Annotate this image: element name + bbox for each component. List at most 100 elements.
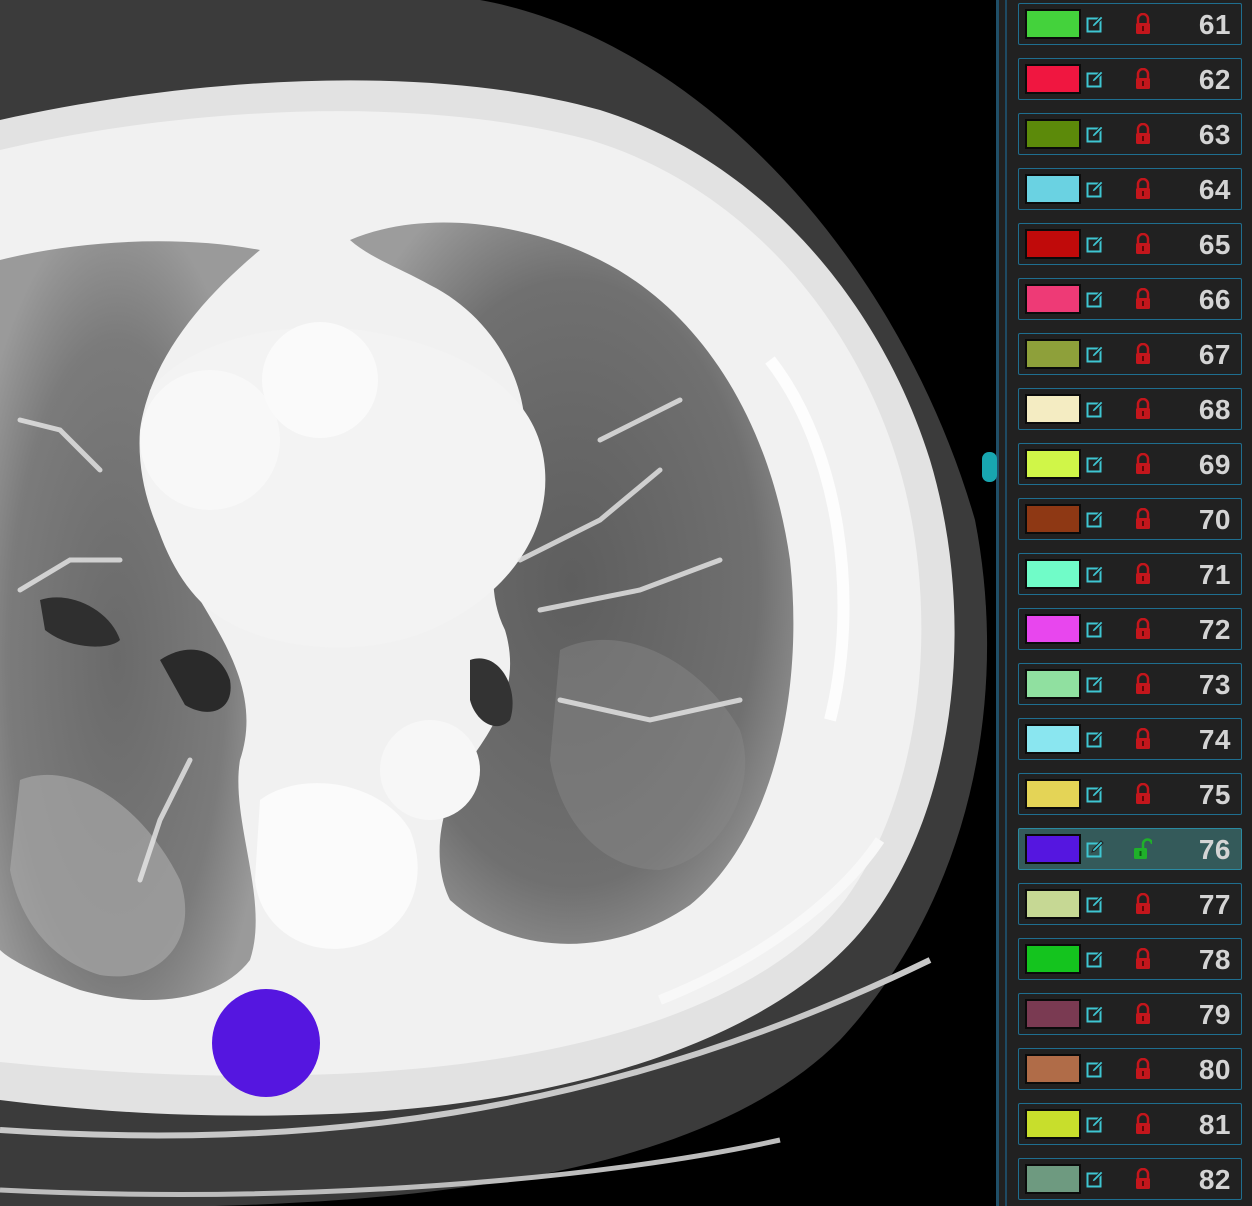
edit-pencil-icon[interactable]	[1086, 15, 1104, 33]
segment-row-69[interactable]: 69	[1018, 443, 1242, 485]
segment-color-swatch[interactable]	[1025, 669, 1081, 699]
edit-pencil-icon[interactable]	[1086, 125, 1104, 143]
segment-row-73[interactable]: 73	[1018, 663, 1242, 705]
edit-pencil-icon[interactable]	[1086, 785, 1104, 803]
segment-row-81[interactable]: 81	[1018, 1103, 1242, 1145]
lock-icon[interactable]	[1134, 948, 1152, 970]
segment-color-swatch[interactable]	[1025, 779, 1081, 809]
segment-color-swatch[interactable]	[1025, 64, 1081, 94]
lock-icon[interactable]	[1134, 893, 1152, 915]
lock-icon[interactable]	[1134, 618, 1152, 640]
splitter-handle[interactable]	[982, 452, 997, 482]
lock-icon[interactable]	[1134, 783, 1152, 805]
unlock-icon[interactable]	[1134, 838, 1152, 860]
segment-color-swatch[interactable]	[1025, 724, 1081, 754]
segment-color-swatch[interactable]	[1025, 1109, 1081, 1139]
edit-pencil-icon[interactable]	[1086, 510, 1104, 528]
edit-pencil-icon[interactable]	[1086, 455, 1104, 473]
edit-pencil-icon[interactable]	[1086, 730, 1104, 748]
segment-row-74[interactable]: 74	[1018, 718, 1242, 760]
ct-viewport[interactable]	[0, 0, 996, 1206]
lock-icon[interactable]	[1134, 563, 1152, 585]
lock-icon[interactable]	[1134, 178, 1152, 200]
lock-icon[interactable]	[1134, 673, 1152, 695]
lock-icon[interactable]	[1134, 1003, 1152, 1025]
edit-pencil-icon[interactable]	[1086, 180, 1104, 198]
segment-color-swatch[interactable]	[1025, 339, 1081, 369]
segment-color-swatch[interactable]	[1025, 559, 1081, 589]
lock-icon[interactable]	[1134, 288, 1152, 310]
segment-color-swatch[interactable]	[1025, 119, 1081, 149]
lock-icon[interactable]	[1134, 68, 1152, 90]
segment-color-swatch[interactable]	[1025, 229, 1081, 259]
segment-color-swatch[interactable]	[1025, 394, 1081, 424]
edit-pencil-icon[interactable]	[1086, 235, 1104, 253]
segment-number: 63	[1198, 119, 1231, 150]
segment-number: 77	[1198, 889, 1231, 920]
edit-pencil-icon[interactable]	[1086, 1115, 1104, 1133]
segment-row-64[interactable]: 64	[1018, 168, 1242, 210]
edit-pencil-icon[interactable]	[1086, 565, 1104, 583]
segment-number: 67	[1198, 339, 1231, 370]
edit-pencil-icon[interactable]	[1086, 895, 1104, 913]
lock-icon[interactable]	[1134, 343, 1152, 365]
segment-color-swatch[interactable]	[1025, 889, 1081, 919]
segment-row-77[interactable]: 77	[1018, 883, 1242, 925]
lock-icon[interactable]	[1134, 123, 1152, 145]
edit-pencil-icon[interactable]	[1086, 290, 1104, 308]
segment-row-66[interactable]: 66	[1018, 278, 1242, 320]
segment-color-swatch[interactable]	[1025, 9, 1081, 39]
segment-color-swatch[interactable]	[1025, 614, 1081, 644]
segment-row-78[interactable]: 78	[1018, 938, 1242, 980]
segment-row-65[interactable]: 65	[1018, 223, 1242, 265]
segment-row-67[interactable]: 67	[1018, 333, 1242, 375]
edit-pencil-icon[interactable]	[1086, 1060, 1104, 1078]
segment-row-79[interactable]: 79	[1018, 993, 1242, 1035]
edit-pencil-icon[interactable]	[1086, 400, 1104, 418]
lock-icon[interactable]	[1134, 1168, 1152, 1190]
edit-pencil-icon[interactable]	[1086, 620, 1104, 638]
edit-pencil-icon[interactable]	[1086, 1170, 1104, 1188]
segment-number: 62	[1198, 64, 1231, 95]
segment-row-76[interactable]: 76	[1018, 828, 1242, 870]
edit-pencil-icon[interactable]	[1086, 70, 1104, 88]
segment-76-marker[interactable]	[212, 989, 320, 1097]
segment-row-63[interactable]: 63	[1018, 113, 1242, 155]
segmentation-overlay[interactable]	[0, 0, 996, 1206]
lock-icon[interactable]	[1134, 453, 1152, 475]
edit-pencil-icon[interactable]	[1086, 950, 1104, 968]
segment-color-swatch[interactable]	[1025, 1164, 1081, 1194]
segment-number: 61	[1198, 9, 1231, 40]
segment-color-swatch[interactable]	[1025, 834, 1081, 864]
segment-row-61[interactable]: 61	[1018, 3, 1242, 45]
segment-color-swatch[interactable]	[1025, 1054, 1081, 1084]
edit-pencil-icon[interactable]	[1086, 840, 1104, 858]
segment-color-swatch[interactable]	[1025, 944, 1081, 974]
lock-icon[interactable]	[1134, 398, 1152, 420]
edit-pencil-icon[interactable]	[1086, 1005, 1104, 1023]
segment-row-80[interactable]: 80	[1018, 1048, 1242, 1090]
lock-icon[interactable]	[1134, 233, 1152, 255]
segment-number: 82	[1198, 1164, 1231, 1195]
segment-row-62[interactable]: 62	[1018, 58, 1242, 100]
segment-row-72[interactable]: 72	[1018, 608, 1242, 650]
lock-icon[interactable]	[1134, 728, 1152, 750]
segment-color-swatch[interactable]	[1025, 284, 1081, 314]
segment-row-68[interactable]: 68	[1018, 388, 1242, 430]
lock-icon[interactable]	[1134, 1113, 1152, 1135]
segment-row-70[interactable]: 70	[1018, 498, 1242, 540]
segment-number: 64	[1198, 174, 1231, 205]
edit-pencil-icon[interactable]	[1086, 345, 1104, 363]
lock-icon[interactable]	[1134, 13, 1152, 35]
segment-row-71[interactable]: 71	[1018, 553, 1242, 595]
segment-color-swatch[interactable]	[1025, 504, 1081, 534]
edit-pencil-icon[interactable]	[1086, 675, 1104, 693]
segment-number: 65	[1198, 229, 1231, 260]
segment-row-82[interactable]: 82	[1018, 1158, 1242, 1200]
segment-color-swatch[interactable]	[1025, 449, 1081, 479]
lock-icon[interactable]	[1134, 508, 1152, 530]
segment-row-75[interactable]: 75	[1018, 773, 1242, 815]
lock-icon[interactable]	[1134, 1058, 1152, 1080]
segment-color-swatch[interactable]	[1025, 174, 1081, 204]
segment-color-swatch[interactable]	[1025, 999, 1081, 1029]
